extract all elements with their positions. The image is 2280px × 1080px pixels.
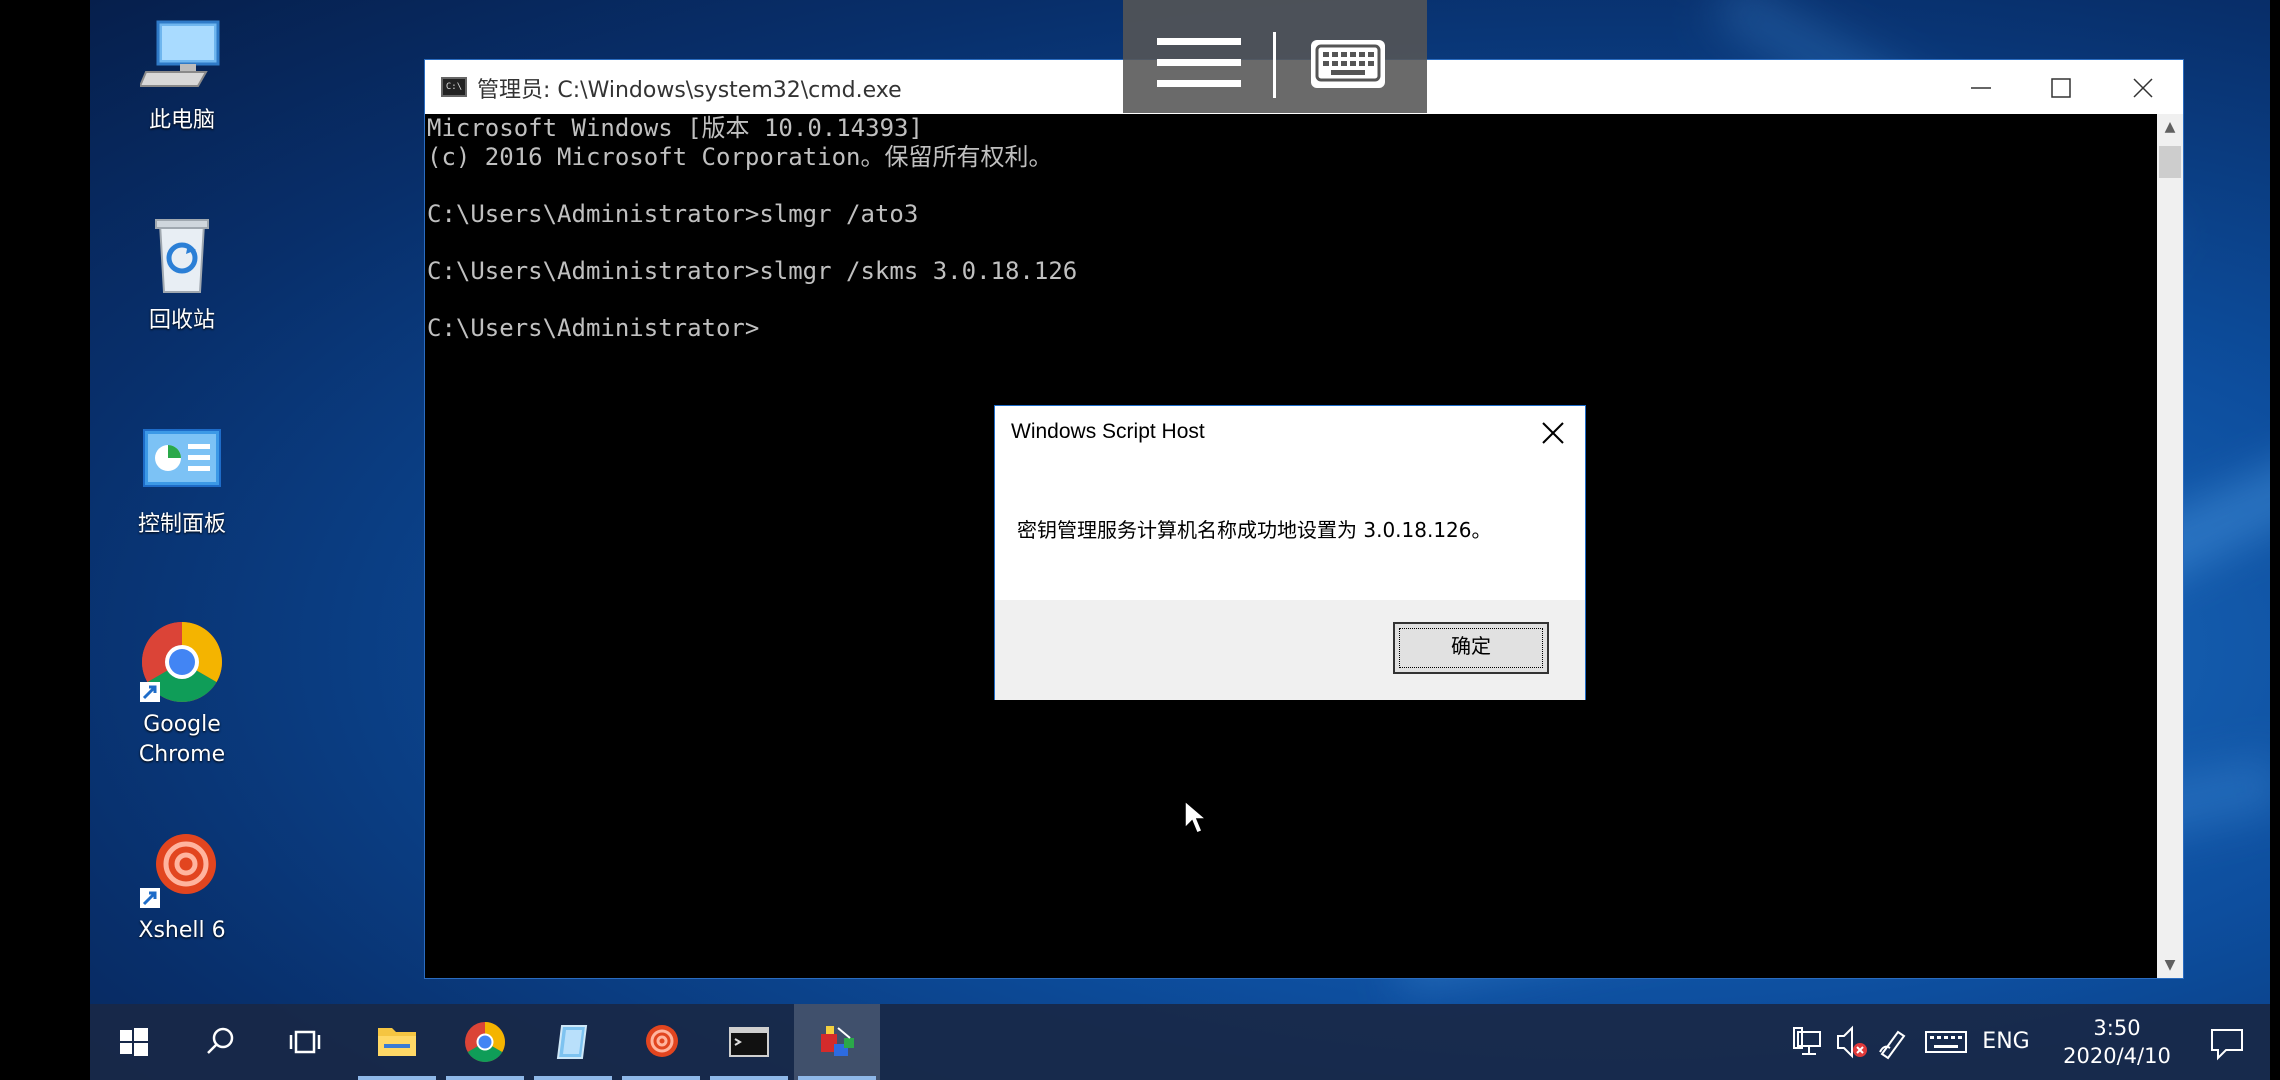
- desktop-icon-chrome[interactable]: Google Chrome: [117, 620, 247, 770]
- maximize-icon: [2051, 78, 2071, 98]
- ok-button[interactable]: 确定: [1393, 622, 1549, 674]
- maximize-button[interactable]: [2021, 60, 2101, 114]
- recycle-bin-icon: [140, 216, 224, 300]
- taskbar-chrome[interactable]: [442, 1004, 528, 1080]
- start-button[interactable]: [90, 1004, 176, 1080]
- input-language[interactable]: ENG: [1976, 1004, 2036, 1080]
- script-host-icon: [821, 1026, 854, 1056]
- task-view-icon: [289, 1030, 321, 1054]
- network-icon[interactable]: [1790, 1004, 1830, 1080]
- desktop-icon-this-pc[interactable]: 此电脑: [117, 16, 247, 136]
- taskbar-cmd[interactable]: [706, 1004, 792, 1080]
- keyboard-icon[interactable]: [1311, 40, 1385, 88]
- action-center-icon[interactable]: [2202, 1004, 2252, 1080]
- remote-toolbar: [1123, 0, 1427, 113]
- minimize-button[interactable]: [1941, 60, 2021, 114]
- minimize-icon: [1971, 87, 1991, 89]
- folder-icon: [378, 1028, 416, 1056]
- console-line: (c) 2016 Microsoft Corporation。保留所有权利。: [427, 143, 1053, 171]
- touch-keyboard-icon[interactable]: [1920, 1004, 1970, 1080]
- console-line: C:\Users\Administrator>slmgr /ato3: [427, 200, 919, 228]
- dialog-title: Windows Script Host: [1011, 420, 1205, 443]
- desktop-icon-recycle-bin[interactable]: 回收站: [117, 216, 247, 336]
- scrollbar-thumb[interactable]: [2159, 146, 2181, 178]
- search-icon: [207, 1027, 234, 1054]
- clock-date: 2020/4/10: [2063, 1044, 2171, 1068]
- console-line: C:\Users\Administrator>slmgr /skms 3.0.1…: [427, 257, 1078, 285]
- desktop-icon-control-panel[interactable]: 控制面板: [117, 420, 247, 540]
- control-panel-icon: [140, 420, 224, 504]
- close-icon: [1542, 421, 1564, 444]
- windows-logo-icon: [120, 1028, 148, 1056]
- console-line: Microsoft Windows [版本 10.0.14393]: [427, 114, 923, 142]
- close-icon: [2133, 78, 2153, 98]
- dialog-close-button[interactable]: [1535, 414, 1571, 450]
- taskbar-file-explorer[interactable]: [354, 1004, 440, 1080]
- task-view-button[interactable]: [262, 1004, 348, 1080]
- taskbar-clock[interactable]: 3:50 2020/4/10: [2052, 1014, 2182, 1070]
- scroll-up-icon[interactable]: ▲: [2157, 114, 2183, 140]
- desktop-icon-label: Xshell 6: [138, 918, 226, 943]
- computer-icon: [138, 16, 224, 100]
- taskbar-app-notepad[interactable]: [530, 1004, 616, 1080]
- message-dialog[interactable]: Windows Script Host 密钥管理服务计算机名称成功地设置为 3.…: [994, 405, 1586, 700]
- xshell-icon: [140, 826, 224, 910]
- taskbar: ENG 3:50 2020/4/10: [90, 1004, 2270, 1080]
- close-button[interactable]: [2103, 60, 2183, 114]
- chrome-icon: [140, 620, 224, 704]
- desktop-icon-label: Google Chrome: [138, 712, 226, 767]
- terminal-icon: [729, 1027, 769, 1057]
- desktop: 此电脑 回收站 控制面板 Google Chrome Xshell 6 C:\ …: [90, 0, 2270, 1080]
- desktop-icon-label: 控制面板: [137, 512, 226, 537]
- taskbar-script-host[interactable]: [794, 1004, 880, 1080]
- cmd-window-title: 管理员: C:\Windows\system32\cmd.exe: [477, 78, 902, 103]
- volume-muted-icon[interactable]: [1832, 1004, 1872, 1080]
- chrome-icon: [465, 1022, 505, 1062]
- pen-icon[interactable]: [1874, 1004, 1914, 1080]
- vertical-scrollbar[interactable]: ▲ ▼: [2157, 114, 2183, 978]
- desktop-icon-label: 此电脑: [148, 108, 215, 133]
- desktop-icon-label: 回收站: [148, 308, 215, 333]
- dialog-message: 密钥管理服务计算机名称成功地设置为 3.0.18.126。: [1017, 518, 1492, 542]
- desktop-icon-xshell[interactable]: Xshell 6: [117, 826, 247, 946]
- cmd-app-icon: C:\: [441, 77, 467, 97]
- scroll-down-icon[interactable]: ▼: [2157, 952, 2183, 978]
- xshell-icon: [646, 1025, 678, 1057]
- taskbar-xshell[interactable]: [618, 1004, 704, 1080]
- clock-time: 3:50: [2093, 1016, 2141, 1040]
- menu-icon[interactable]: [1157, 38, 1241, 92]
- console-prompt-line: C:\Users\Administrator>: [427, 314, 760, 342]
- document-app-icon: [556, 1025, 588, 1059]
- search-button[interactable]: [176, 1004, 262, 1080]
- toolbar-divider: [1273, 32, 1276, 98]
